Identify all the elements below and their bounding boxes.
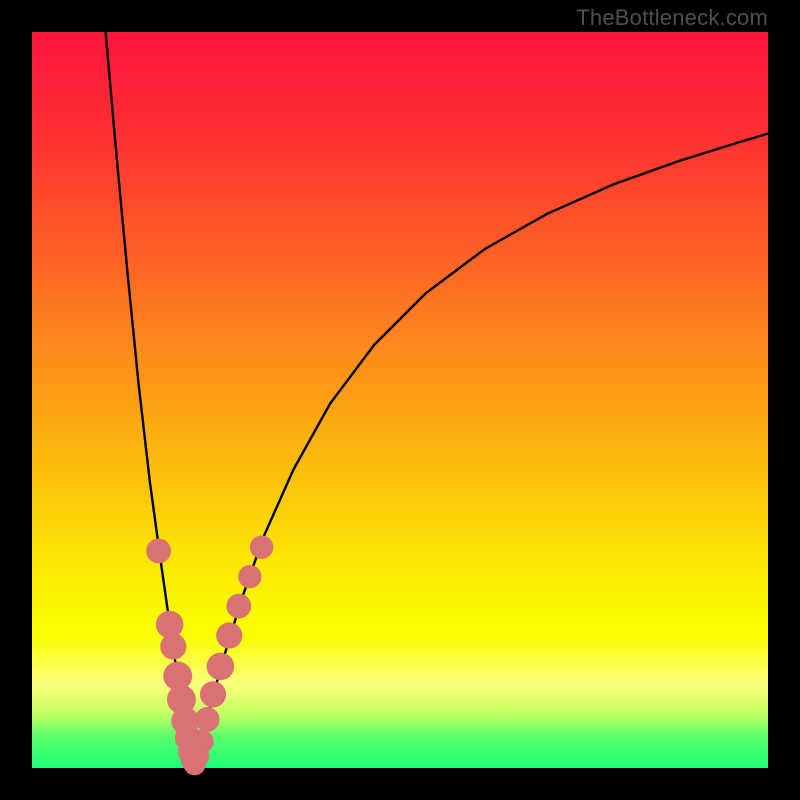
watermark-text: TheBottleneck.com <box>576 5 768 31</box>
data-bead <box>195 707 220 732</box>
curve-right-branch <box>194 134 768 765</box>
data-bead <box>200 681 226 707</box>
data-bead <box>190 730 213 753</box>
data-bead <box>250 536 273 559</box>
data-bead <box>216 622 242 648</box>
data-beads <box>146 536 273 776</box>
chart-frame: TheBottleneck.com <box>0 0 800 800</box>
data-bead <box>238 565 261 588</box>
plot-area <box>32 32 768 768</box>
data-bead <box>146 538 171 563</box>
data-bead <box>160 633 186 659</box>
data-bead <box>207 653 235 681</box>
data-bead <box>226 594 251 619</box>
curve-layer <box>32 32 768 768</box>
